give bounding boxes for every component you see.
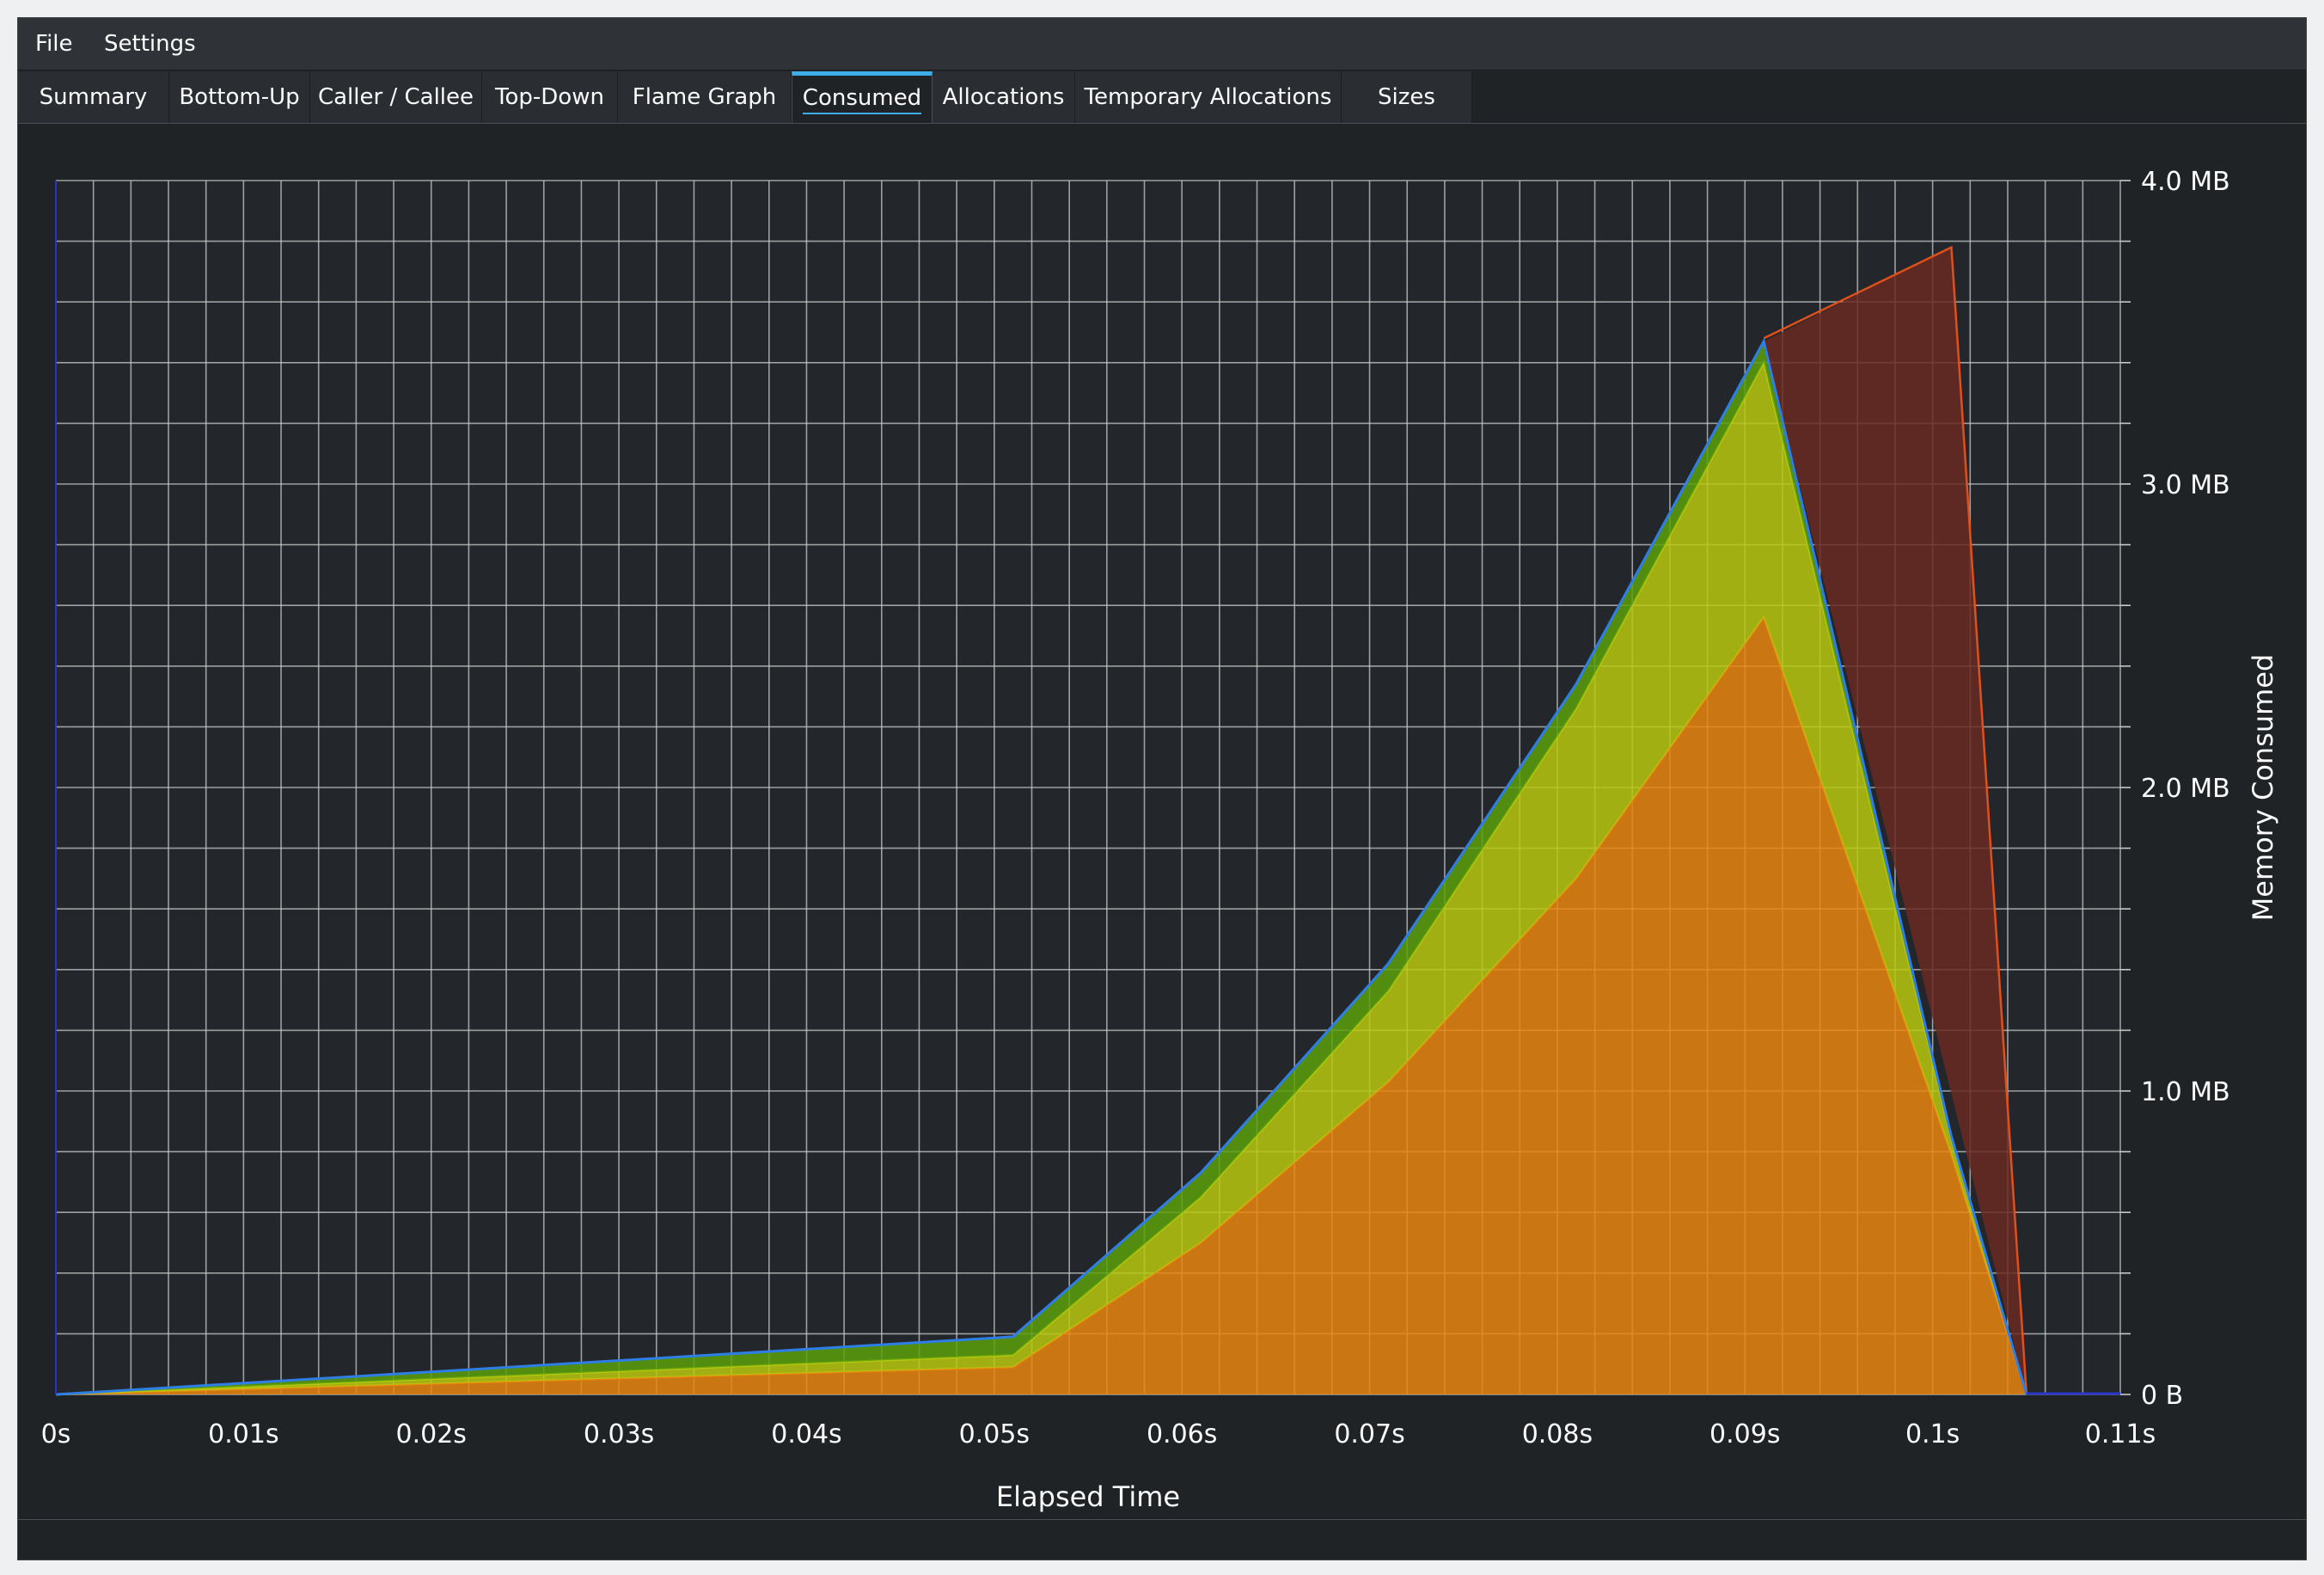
menu-settings[interactable]: Settings (87, 18, 213, 70)
tab-summary[interactable]: Summary (18, 71, 169, 123)
tab-bottom-up[interactable]: Bottom-Up (169, 71, 310, 123)
y-tick-label: 4.0 MB (2141, 167, 2230, 197)
tab-label: Caller / Callee (317, 84, 474, 110)
y-axis-title: Memory Consumed (2247, 654, 2279, 922)
app-window: File Settings Summary Bottom-Up Caller /… (17, 17, 2307, 1560)
y-tick-label: 1.0 MB (2141, 1077, 2230, 1107)
tab-label: Summary (39, 84, 148, 110)
x-tick-label: 0.06s (1147, 1419, 1217, 1449)
tab-consumed[interactable]: Consumed (792, 71, 933, 125)
tab-label: Bottom-Up (179, 84, 300, 110)
consumed-chart[interactable]: 0s 0.01s 0.02s 0.03s 0.04s 0.05s 0.06s 0.07s 0.0… (18, 124, 2306, 1519)
tab-label: Top-Down (495, 84, 604, 110)
x-axis-title: Elapsed Time (996, 1480, 1180, 1513)
tab-flame-graph[interactable]: Flame Graph (618, 71, 792, 123)
tab-top-down[interactable]: Top-Down (482, 71, 618, 123)
x-tick-label: 0.03s (584, 1419, 654, 1449)
tab-sizes[interactable]: Sizes (1342, 71, 1472, 123)
tab-caller-callee[interactable]: Caller / Callee (310, 71, 482, 123)
x-tick-label: 0.1s (1905, 1419, 1960, 1449)
x-tick-label: 0.05s (959, 1419, 1030, 1449)
x-tick-label: 0.08s (1522, 1419, 1593, 1449)
y-tick-label: 3.0 MB (2141, 470, 2230, 500)
status-bar (18, 1521, 2306, 1559)
chart-panel: 0s 0.01s 0.02s 0.03s 0.04s 0.05s 0.06s 0.07s 0.0… (18, 123, 2306, 1520)
y-tick-label: 0 B (2141, 1381, 2183, 1411)
menu-file[interactable]: File (18, 18, 90, 70)
y-tick-label: 2.0 MB (2141, 774, 2230, 804)
tab-label: Temporary Allocations (1084, 84, 1332, 110)
tab-allocations[interactable]: Allocations (933, 71, 1075, 123)
tab-temporary-allocations[interactable]: Temporary Allocations (1075, 71, 1342, 123)
menu-bar: File Settings (18, 18, 2306, 70)
tab-bar: Summary Bottom-Up Caller / Callee Top-Do… (18, 71, 2306, 125)
x-tick-label: 0.04s (771, 1419, 841, 1449)
x-tick-label: 0.07s (1334, 1419, 1404, 1449)
x-tick-label: 0s (41, 1419, 71, 1449)
x-tick-label: 0.09s (1709, 1419, 1780, 1449)
x-tick-label: 0.11s (2085, 1419, 2156, 1449)
x-tick-label: 0.01s (208, 1419, 278, 1449)
tab-label: Allocations (942, 84, 1065, 110)
tab-label: Sizes (1378, 84, 1435, 110)
tab-label: Consumed (802, 85, 922, 114)
tab-label: Flame Graph (632, 84, 777, 110)
x-tick-label: 0.02s (396, 1419, 467, 1449)
